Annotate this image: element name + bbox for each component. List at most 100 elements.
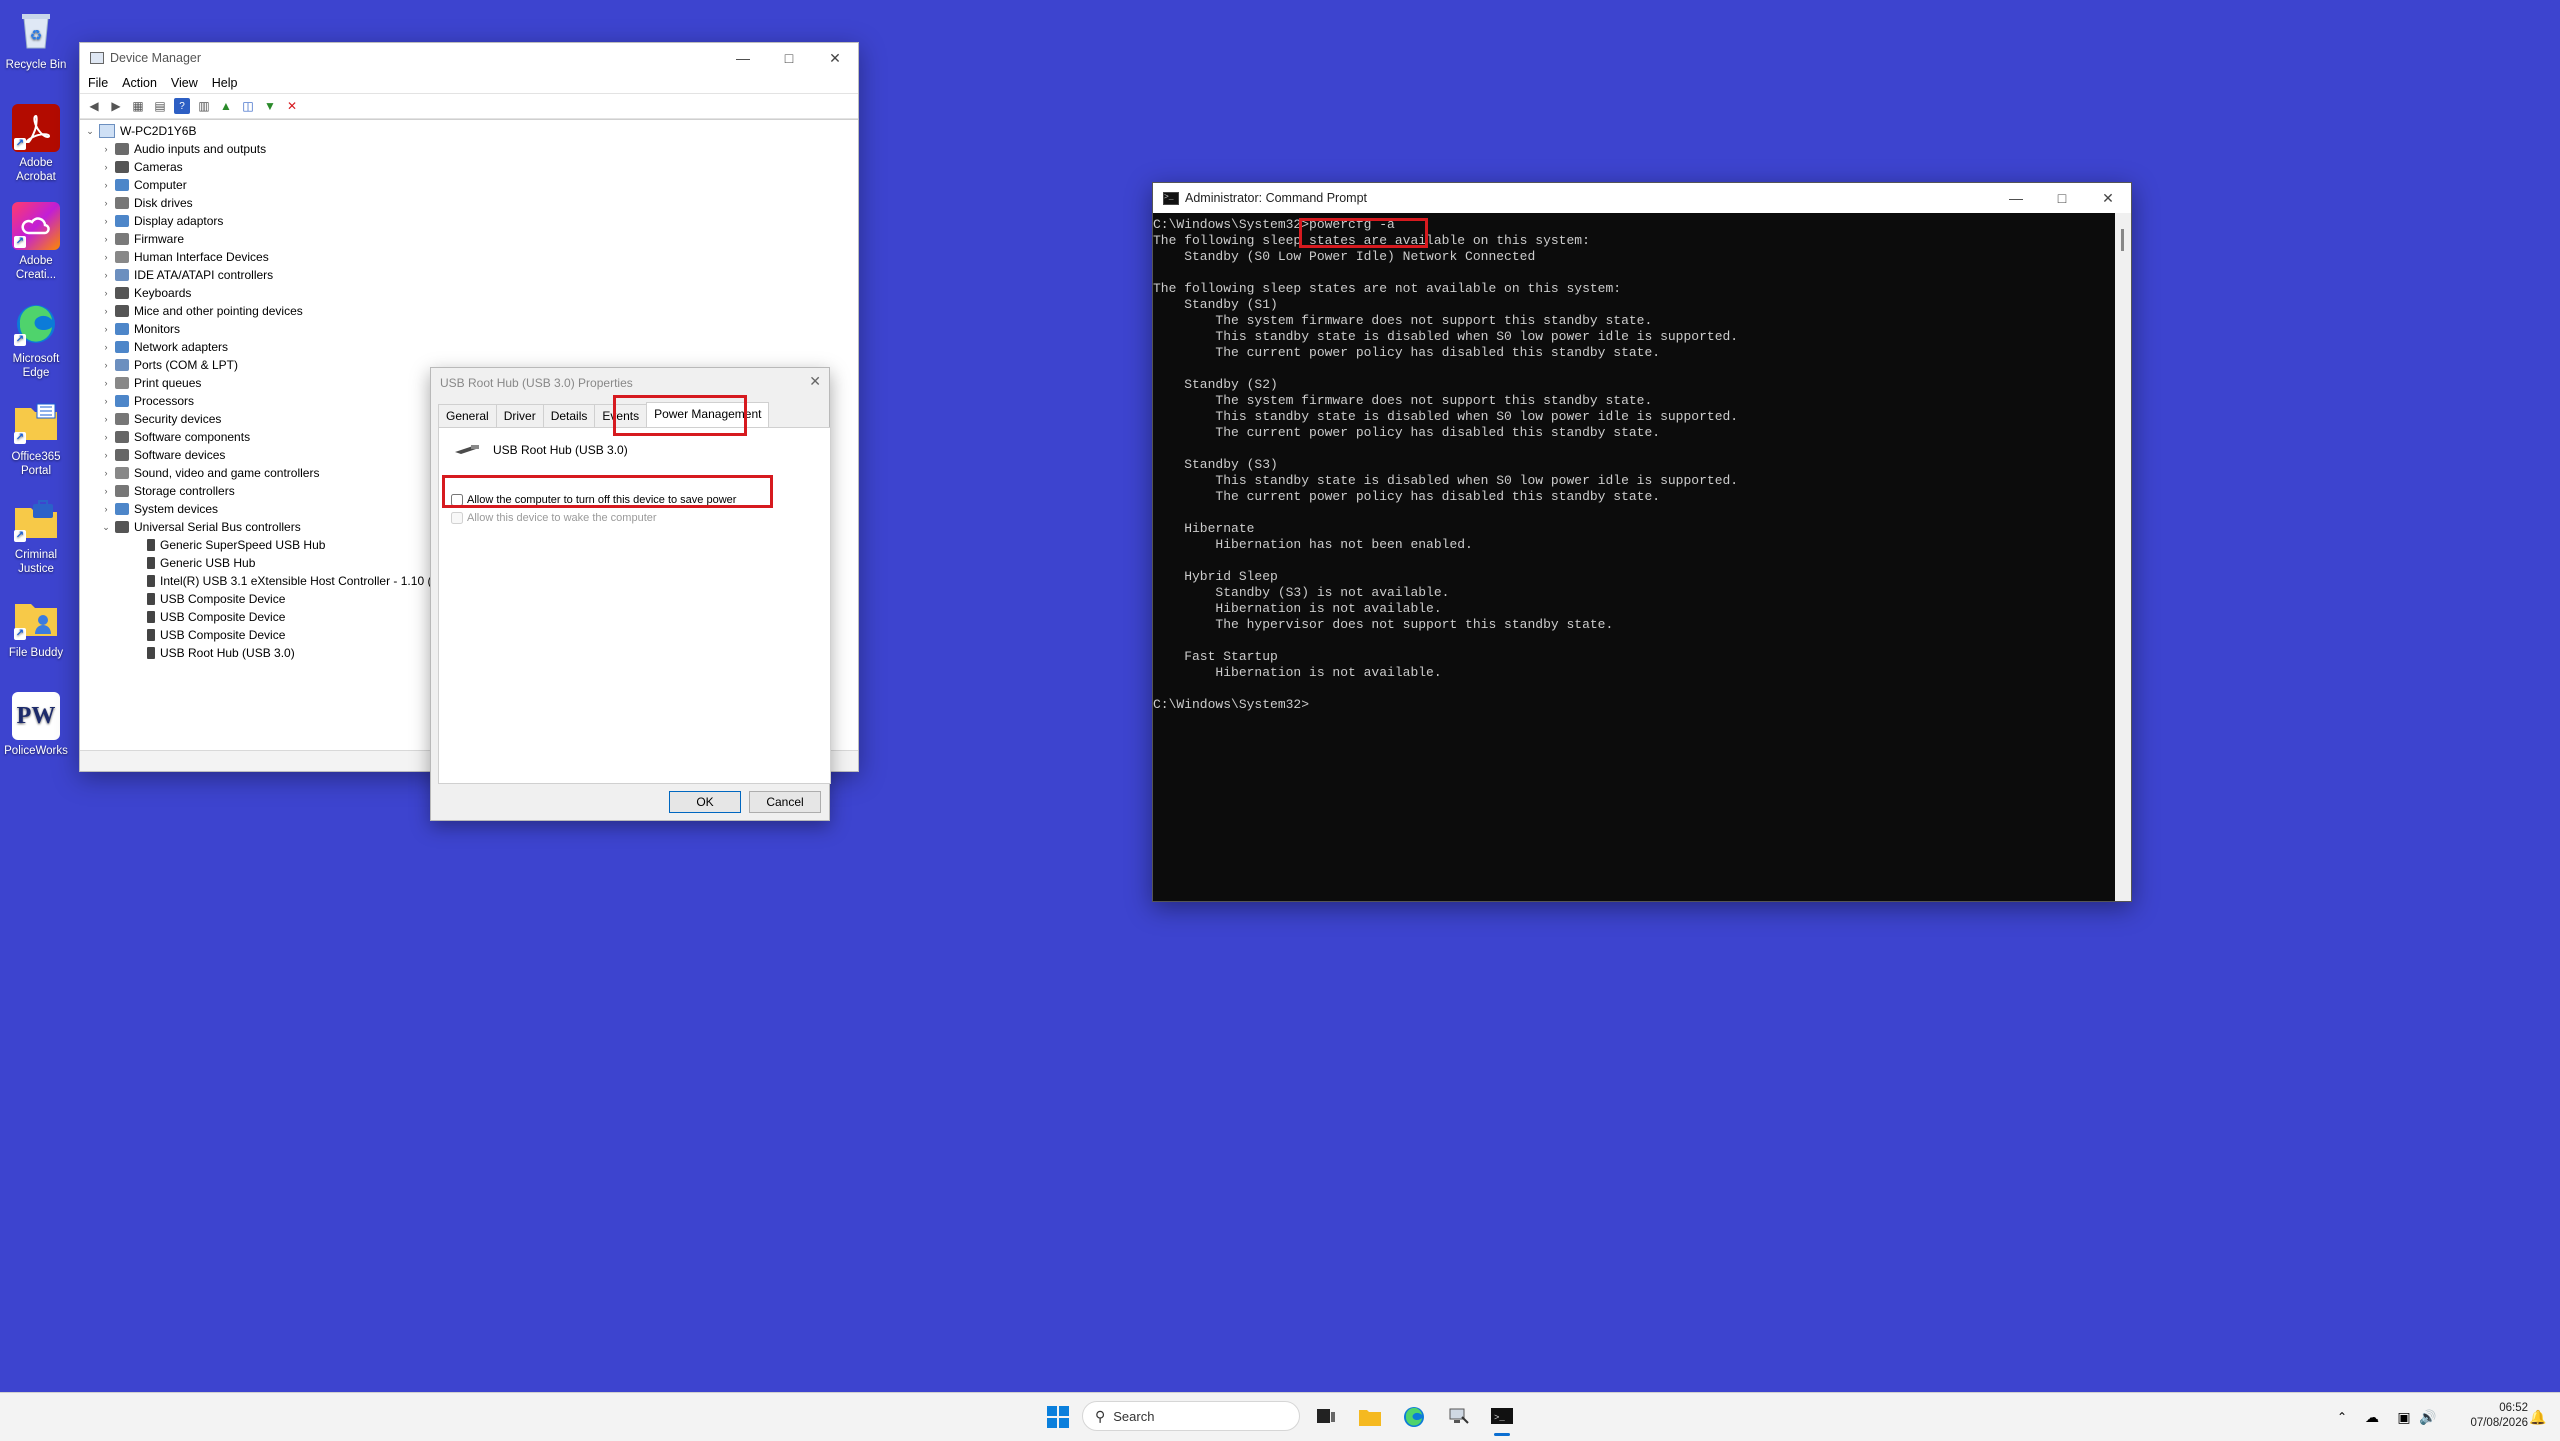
taskbar-search[interactable]: ⚲ Search bbox=[1082, 1401, 1300, 1431]
chevron-right-icon[interactable]: › bbox=[100, 324, 112, 334]
close-button[interactable]: ✕ bbox=[812, 43, 858, 73]
cmd-minimize-button[interactable]: — bbox=[1993, 183, 2039, 213]
chevron-down-icon[interactable]: ⌄ bbox=[84, 126, 96, 137]
desktop-icon-policeworks[interactable]: PW PoliceWorks bbox=[0, 692, 72, 758]
tree-category[interactable]: › Storage controllers bbox=[100, 482, 235, 500]
tree-category[interactable]: › Print queues bbox=[100, 374, 202, 392]
tree-device[interactable]: USB Composite Device bbox=[144, 590, 285, 608]
chevron-up-icon[interactable]: ⌃ bbox=[2326, 1401, 2358, 1433]
tab-power-management[interactable]: Power Management bbox=[646, 402, 770, 427]
chevron-right-icon[interactable]: › bbox=[100, 378, 112, 388]
show-hide-console-tree-icon[interactable]: ▦ bbox=[130, 98, 146, 114]
tree-category[interactable]: › Computer bbox=[100, 176, 187, 194]
menu-file[interactable]: File bbox=[88, 76, 108, 90]
chevron-right-icon[interactable]: › bbox=[100, 504, 112, 514]
console-output[interactable]: C:\Windows\System32>powercfg -a The foll… bbox=[1153, 213, 2115, 901]
chevron-right-icon[interactable]: › bbox=[100, 180, 112, 190]
properties-icon[interactable]: ▤ bbox=[152, 98, 168, 114]
chevron-right-icon[interactable]: › bbox=[100, 396, 112, 406]
scan-hardware-icon[interactable]: ◫ bbox=[240, 98, 256, 114]
chevron-right-icon[interactable]: › bbox=[100, 486, 112, 496]
chevron-down-icon[interactable]: ⌄ bbox=[100, 522, 112, 533]
command-prompt-taskbar-icon[interactable]: >_ bbox=[1486, 1401, 1518, 1436]
tree-category[interactable]: › Processors bbox=[100, 392, 195, 410]
chevron-right-icon[interactable]: › bbox=[100, 360, 112, 370]
menu-view[interactable]: View bbox=[171, 76, 198, 90]
tree-category[interactable]: ⌄ Universal Serial Bus controllers bbox=[100, 518, 301, 536]
tree-device[interactable]: USB Root Hub (USB 3.0) bbox=[144, 644, 295, 662]
tree-category[interactable]: › Ports (COM & LPT) bbox=[100, 356, 239, 374]
tree-category[interactable]: › Sound, video and game controllers bbox=[100, 464, 320, 482]
chevron-right-icon[interactable]: › bbox=[100, 270, 112, 280]
help-icon[interactable]: ? bbox=[174, 98, 190, 114]
chevron-right-icon[interactable]: › bbox=[100, 432, 112, 442]
tree-category[interactable]: › Cameras bbox=[100, 158, 183, 176]
chevron-right-icon[interactable]: › bbox=[100, 414, 112, 424]
cmd-titlebar[interactable]: >_ Administrator: Command Prompt — □ ✕ bbox=[1153, 183, 2131, 213]
chevron-right-icon[interactable]: › bbox=[100, 450, 112, 460]
chevron-right-icon[interactable]: › bbox=[100, 306, 112, 316]
task-view-icon[interactable] bbox=[1310, 1401, 1342, 1433]
desktop-icon-recycle-bin[interactable]: ♻ Recycle Bin bbox=[0, 6, 72, 72]
taskbar-clock[interactable]: 06:52 07/08/2026 bbox=[2436, 1401, 2528, 1431]
tab-details[interactable]: Details bbox=[542, 404, 596, 429]
cloud-offline-icon[interactable]: ☁ bbox=[2356, 1401, 2388, 1433]
minimize-button[interactable]: — bbox=[720, 43, 766, 73]
tree-category[interactable]: › Firmware bbox=[100, 230, 185, 248]
tree-category[interactable]: › Software components bbox=[100, 428, 251, 446]
cmd-scrollbar[interactable] bbox=[2115, 213, 2131, 901]
cmd-maximize-button[interactable]: □ bbox=[2039, 183, 2085, 213]
tab-driver[interactable]: Driver bbox=[495, 404, 544, 429]
tree-category[interactable]: › IDE ATA/ATAPI controllers bbox=[100, 266, 274, 284]
chevron-right-icon[interactable]: › bbox=[100, 216, 112, 226]
tree-category[interactable]: › Monitors bbox=[100, 320, 181, 338]
back-arrow-icon[interactable]: ◀ bbox=[86, 98, 102, 114]
cancel-button[interactable]: Cancel bbox=[749, 791, 821, 813]
chevron-right-icon[interactable]: › bbox=[100, 198, 112, 208]
cmd-close-button[interactable]: ✕ bbox=[2085, 183, 2131, 213]
tree-category[interactable]: › Disk drives bbox=[100, 194, 193, 212]
desktop-icon-office365-portal[interactable]: ↗ Office365 Portal bbox=[0, 398, 72, 478]
tab-general[interactable]: General bbox=[438, 404, 497, 429]
menu-action[interactable]: Action bbox=[122, 76, 157, 90]
tree-category[interactable]: › Keyboards bbox=[100, 284, 192, 302]
notification-bell-icon[interactable]: 🔔 bbox=[2522, 1401, 2554, 1433]
start-button[interactable] bbox=[1042, 1401, 1074, 1433]
tree-category[interactable]: › Mice and other pointing devices bbox=[100, 302, 303, 320]
tree-category[interactable]: › Network adapters bbox=[100, 338, 229, 356]
chevron-right-icon[interactable]: › bbox=[100, 288, 112, 298]
desktop-icon-file-buddy[interactable]: ↗ File Buddy bbox=[0, 594, 72, 660]
chevron-right-icon[interactable]: › bbox=[100, 342, 112, 352]
file-explorer-icon[interactable] bbox=[1354, 1401, 1386, 1433]
device-manager-taskbar-icon[interactable] bbox=[1442, 1401, 1474, 1433]
tree-category[interactable]: › Human Interface Devices bbox=[100, 248, 269, 266]
chevron-right-icon[interactable]: › bbox=[100, 144, 112, 154]
edge-taskbar-icon[interactable] bbox=[1398, 1401, 1430, 1433]
tree-root[interactable]: ⌄ W-PC2D1Y6B bbox=[84, 122, 196, 140]
tree-device[interactable]: USB Composite Device bbox=[144, 626, 285, 644]
add-driver-icon[interactable]: ▼ bbox=[262, 98, 278, 114]
maximize-button[interactable]: □ bbox=[766, 43, 812, 73]
tree-device[interactable]: Generic USB Hub bbox=[144, 554, 255, 572]
dialog-close-icon[interactable]: ✕ bbox=[809, 373, 821, 390]
desktop-icon-adobe-creative-cloud[interactable]: ↗ Adobe Creati... bbox=[0, 202, 72, 282]
tree-device[interactable]: Generic SuperSpeed USB Hub bbox=[144, 536, 325, 554]
tree-device[interactable]: Intel(R) USB 3.1 eXtensible Host Control… bbox=[144, 572, 441, 590]
ok-button[interactable]: OK bbox=[669, 791, 741, 813]
chevron-right-icon[interactable]: › bbox=[100, 252, 112, 262]
tree-device[interactable]: USB Composite Device bbox=[144, 608, 285, 626]
tree-category[interactable]: › Security devices bbox=[100, 410, 222, 428]
desktop-icon-microsoft-edge[interactable]: ↗ Microsoft Edge bbox=[0, 300, 72, 380]
device-manager-titlebar[interactable]: Device Manager — □ ✕ bbox=[80, 43, 858, 73]
tree-category[interactable]: › Software devices bbox=[100, 446, 226, 464]
uninstall-device-icon[interactable]: ✕ bbox=[284, 98, 300, 114]
power-off-option[interactable]: Allow the computer to turn off this devi… bbox=[451, 494, 736, 506]
tree-category[interactable]: › Audio inputs and outputs bbox=[100, 140, 267, 158]
chevron-right-icon[interactable]: › bbox=[100, 234, 112, 244]
tree-category[interactable]: › Display adaptors bbox=[100, 212, 224, 230]
tab-events[interactable]: Events bbox=[594, 404, 648, 429]
tree-category[interactable]: › System devices bbox=[100, 500, 219, 518]
chevron-right-icon[interactable]: › bbox=[100, 162, 112, 172]
allow-power-off-checkbox[interactable] bbox=[451, 494, 463, 506]
action-pane-icon[interactable]: ▥ bbox=[196, 98, 212, 114]
